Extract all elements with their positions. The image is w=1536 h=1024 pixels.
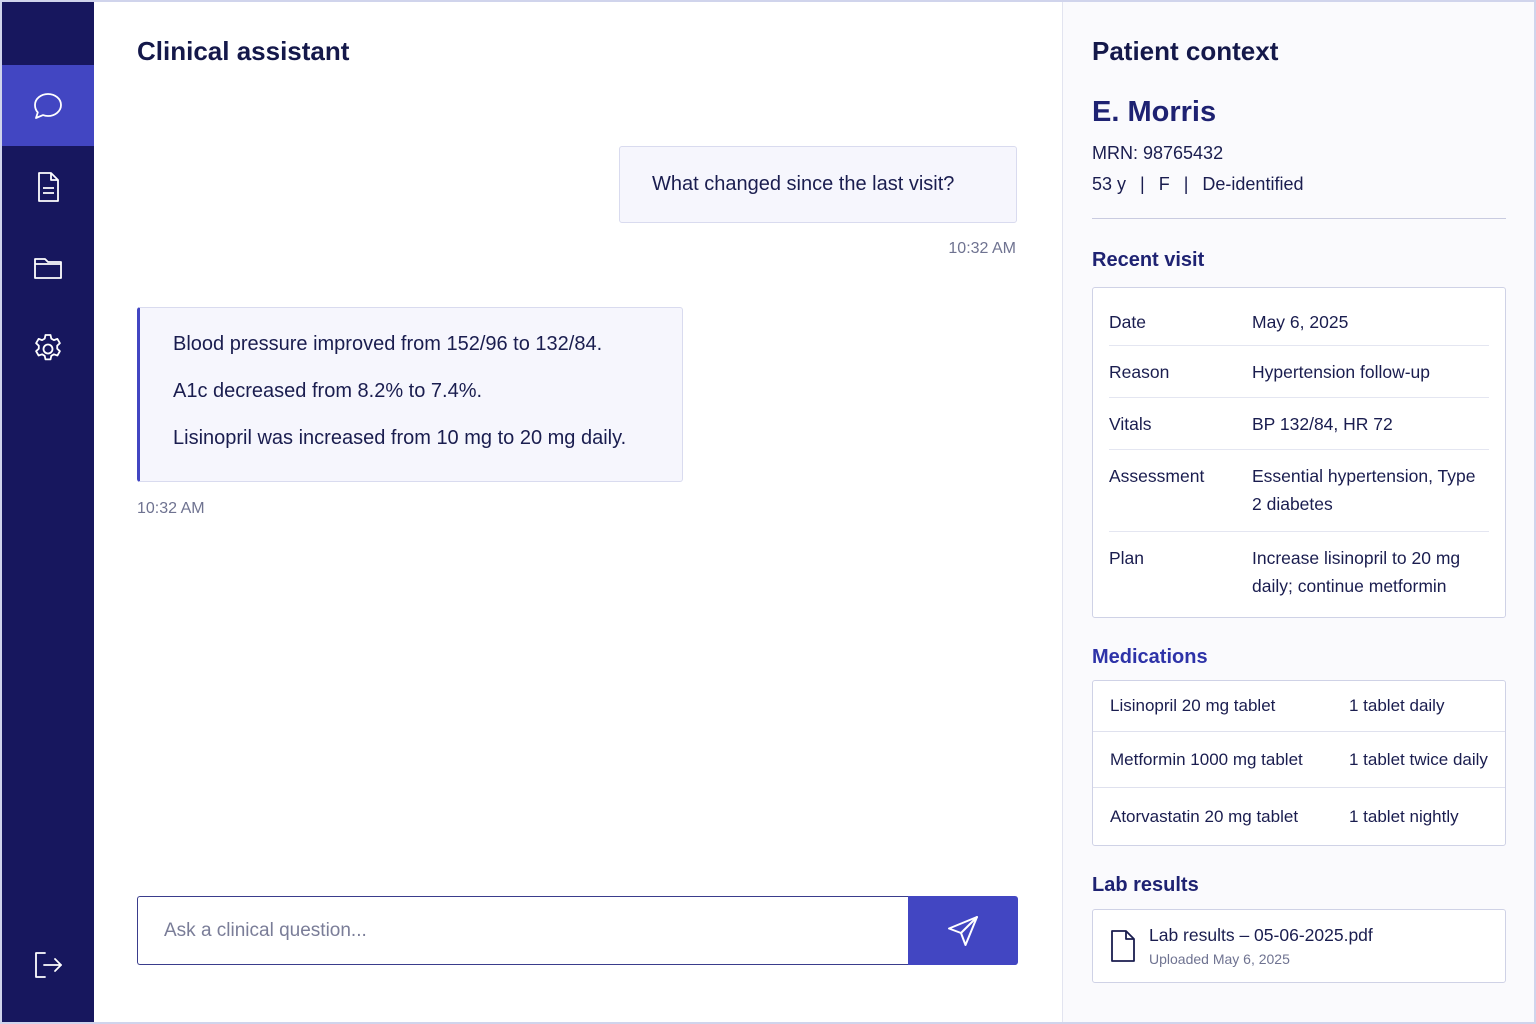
separator: |	[1140, 174, 1145, 194]
visit-label: Date	[1109, 312, 1146, 332]
recent-visit-title: Recent visit	[1092, 249, 1205, 271]
user-message-text: What changed since the last visit?	[652, 173, 955, 195]
nav-item-documents[interactable]	[2, 146, 94, 227]
patient-mrn: MRN: 98765432	[1092, 143, 1224, 163]
panel-title: Patient context	[1092, 36, 1279, 66]
medication-dose: 1 tablet twice daily	[1349, 749, 1488, 769]
visit-value: BP 132/84, HR 72	[1252, 414, 1393, 434]
visit-value: Increase lisinopril to 20 mg daily; cont…	[1252, 548, 1461, 596]
patient-age: 53 y	[1092, 174, 1127, 194]
divider	[1092, 218, 1506, 219]
user-message: What changed since the last visit?	[619, 146, 1017, 223]
lab-file-item[interactable]: Lab results – 05-06-2025.pdf Uploaded Ma…	[1092, 909, 1506, 983]
lab-file-upload-date: Uploaded May 6, 2025	[1149, 951, 1290, 967]
chat-title: Clinical assistant	[137, 36, 350, 66]
file-icon	[1111, 930, 1135, 962]
question-input[interactable]	[137, 896, 908, 965]
visit-row: Assessment Essential hypertension, Type …	[1109, 450, 1489, 532]
medication-dose: 1 tablet daily	[1349, 696, 1445, 715]
nav-item-settings[interactable]	[2, 308, 94, 389]
document-icon	[38, 171, 59, 202]
visit-value: May 6, 2025	[1252, 312, 1349, 332]
send-button[interactable]	[908, 896, 1018, 965]
assistant-message-timestamp: 10:32 AM	[137, 500, 205, 517]
visit-row: Vitals BP 132/84, HR 72	[1109, 398, 1489, 450]
assistant-message-line: A1c decreased from 8.2% to 7.4%.	[173, 380, 483, 402]
medication-name: Metformin 1000 mg tablet	[1110, 749, 1303, 769]
user-message-timestamp: 10:32 AM	[948, 240, 1016, 257]
lab-file-name: Lab results – 05-06-2025.pdf	[1149, 925, 1373, 945]
medication-row: Lisinopril 20 mg tablet 1 tablet daily	[1093, 681, 1505, 732]
patient-status: De-identified	[1202, 174, 1304, 194]
visit-label: Reason	[1109, 362, 1170, 382]
recent-visit-card: Date May 6, 2025 Reason Hypertension fol…	[1092, 287, 1506, 618]
send-icon	[948, 915, 978, 946]
visit-label: Assessment	[1109, 466, 1205, 486]
sidebar	[2, 2, 94, 1022]
assistant-message: Blood pressure improved from 152/96 to 1…	[137, 307, 683, 482]
assistant-message-line: Blood pressure improved from 152/96 to 1…	[173, 333, 603, 355]
gear-icon	[35, 333, 61, 360]
medications-card: Lisinopril 20 mg tablet 1 tablet daily M…	[1092, 680, 1506, 846]
chat-pane: Clinical assistant What changed since th…	[94, 2, 1063, 1022]
patient-context-panel: Patient context E. Morris MRN: 98765432 …	[1063, 2, 1534, 1022]
assistant-message-line: Lisinopril was increased from 10 mg to 2…	[173, 427, 627, 449]
visit-row: Reason Hypertension follow-up	[1109, 346, 1489, 398]
chat-icon	[34, 92, 62, 119]
medication-name: Lisinopril 20 mg tablet	[1110, 696, 1276, 715]
nav-item-files[interactable]	[2, 227, 94, 308]
folder-icon	[34, 257, 62, 279]
separator: |	[1183, 174, 1189, 194]
visit-label: Vitals	[1109, 414, 1152, 434]
patient-demographics: 53 y | F | De-identified	[1092, 174, 1303, 195]
medications-title: Medications	[1092, 646, 1208, 668]
lab-results-title: Lab results	[1092, 874, 1199, 896]
message-composer	[137, 896, 1018, 965]
medication-name: Atorvastatin 20 mg tablet	[1110, 806, 1299, 826]
medication-row: Metformin 1000 mg tablet 1 tablet twice …	[1093, 732, 1505, 788]
visit-row: Date May 6, 2025	[1109, 288, 1489, 346]
patient-name: E. Morris	[1092, 96, 1217, 128]
visit-row: Plan Increase lisinopril to 20 mg daily;…	[1109, 532, 1489, 614]
visit-value: Essential hypertension, Type 2 diabetes	[1252, 466, 1476, 514]
medication-dose: 1 tablet nightly	[1349, 806, 1459, 826]
visit-label: Plan	[1109, 548, 1145, 568]
medication-row: Atorvastatin 20 mg tablet 1 tablet night…	[1093, 788, 1505, 845]
nav-item-chat[interactable]	[2, 65, 94, 146]
logout-button[interactable]	[2, 924, 94, 1005]
lab-file-info: Lab results – 05-06-2025.pdf Uploaded Ma…	[1149, 925, 1373, 967]
patient-sex: F	[1158, 174, 1170, 194]
app-window: Clinical assistant What changed since th…	[0, 0, 1536, 1024]
visit-value: Hypertension follow-up	[1252, 362, 1431, 382]
logout-icon	[35, 951, 62, 978]
